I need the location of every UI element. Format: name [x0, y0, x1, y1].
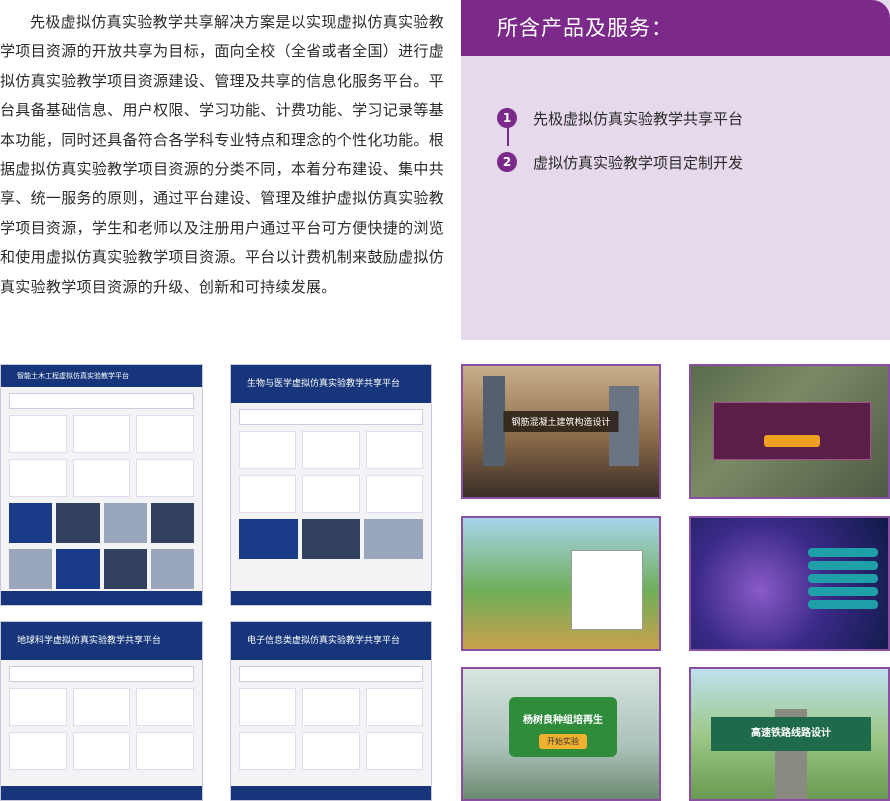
simulation-screenshot-map: [689, 364, 890, 499]
site-search-bar: [239, 666, 423, 682]
site-header: 生物与医学虚拟仿真实验教学共享平台: [231, 365, 431, 403]
platform-screenshot-civil: 智能土木工程虚拟仿真实验教学平台: [0, 364, 203, 606]
site-project-row: [9, 549, 194, 589]
title-card: 杨树良种组培再生 开始实验: [509, 697, 617, 757]
site-footer: [1, 591, 202, 605]
building-image: [483, 376, 505, 466]
site-header: 地球科学虚拟仿真实验教学共享平台: [1, 622, 202, 660]
site-search-bar: [239, 409, 423, 425]
simulation-screenshot-building: 钢筋混凝土建筑构造设计: [461, 364, 661, 499]
menu-list: [808, 548, 878, 640]
product-item-1: 1 先极虚拟仿真实验教学共享平台: [497, 96, 890, 140]
simulation-screenshot-railway: 高速铁路线路设计: [689, 667, 890, 801]
site-project-row: [9, 503, 194, 543]
simulation-title: 钢筋混凝土建筑构造设计: [503, 411, 619, 432]
login-dialog: [571, 550, 643, 630]
number-badge-icon: 1: [497, 108, 517, 128]
start-experiment-button: 开始实验: [539, 734, 587, 749]
site-project-row: [239, 519, 424, 559]
site-header: 电子信息类虚拟仿真实验教学共享平台: [231, 622, 431, 660]
site-footer: [1, 786, 202, 800]
login-dialog: [713, 402, 871, 460]
site-feature-blocks: [239, 688, 423, 770]
simulation-title: 高速铁路线路设计: [711, 717, 871, 751]
products-panel: 所含产品及服务： 1 先极虚拟仿真实验教学共享平台 2 虚拟仿真实验教学项目定制…: [461, 0, 890, 340]
intro-paragraph: 先极虚拟仿真实验教学共享解决方案是以实现虚拟仿真实验教学项目资源的开放共享为目标…: [0, 13, 444, 296]
product-list: 1 先极虚拟仿真实验教学共享平台 2 虚拟仿真实验教学项目定制开发: [461, 96, 890, 184]
site-footer: [231, 786, 431, 800]
product-label: 先极虚拟仿真实验教学共享平台: [533, 109, 744, 128]
product-label: 虚拟仿真实验教学项目定制开发: [533, 153, 744, 172]
platform-screenshot-biology: 生物与医学虚拟仿真实验教学共享平台: [230, 364, 432, 606]
site-header: 智能土木工程虚拟仿真实验教学平台: [1, 365, 202, 387]
enter-button: [764, 435, 820, 447]
number-badge-icon: 2: [497, 152, 517, 172]
simulation-title: 杨树良种组培再生: [523, 715, 603, 726]
site-feature-blocks: [239, 431, 423, 513]
site-search-bar: [9, 666, 194, 682]
platform-screenshot-electronics: 电子信息类虚拟仿真实验教学共享平台: [230, 621, 432, 801]
site-footer: [231, 591, 431, 605]
product-item-2: 2 虚拟仿真实验教学项目定制开发: [497, 140, 890, 184]
simulation-screenshot-atom: [689, 516, 890, 651]
simulation-screenshot-terrain: [461, 516, 661, 651]
site-feature-blocks: [9, 415, 194, 497]
simulation-screenshot-culture: 杨树良种组培再生 开始实验: [461, 667, 661, 801]
site-search-bar: [9, 393, 194, 409]
platform-screenshot-earth-science: 地球科学虚拟仿真实验教学共享平台: [0, 621, 203, 801]
panel-title: 所含产品及服务：: [461, 0, 890, 56]
site-feature-blocks: [9, 688, 194, 770]
